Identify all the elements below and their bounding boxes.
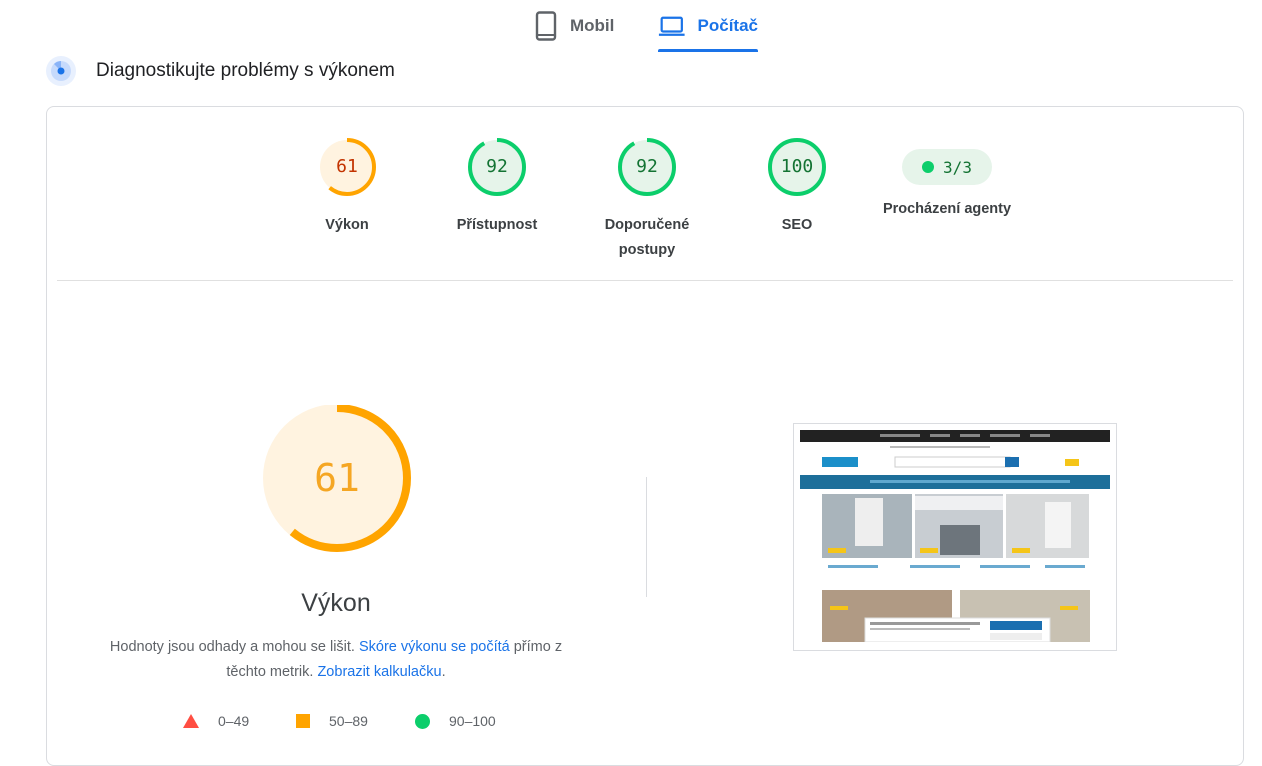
gauge-ring: 61 bbox=[317, 137, 377, 197]
section-divider bbox=[57, 280, 1233, 281]
gauge-score: 100 bbox=[780, 156, 814, 177]
legend-pass: 90–100 bbox=[415, 711, 496, 731]
performance-gauge-large: 61 bbox=[259, 404, 415, 561]
legend-fail: 0–49 bbox=[183, 711, 249, 731]
diagnostics-icon bbox=[46, 56, 76, 86]
gauge-label: SEO bbox=[781, 217, 813, 233]
gauge-ring: 100 bbox=[767, 137, 827, 197]
screenshot-image bbox=[800, 430, 1110, 642]
device-tabs: Mobil Počítač bbox=[0, 0, 1262, 56]
diagnostics-header: Diagnostikujte problémy s výkonem bbox=[46, 55, 395, 87]
gauge-agent-crawling[interactable]: 3/3 Procházení agenty bbox=[862, 137, 1032, 222]
legend-average: 50–89 bbox=[296, 711, 368, 731]
page-screenshot[interactable] bbox=[793, 423, 1117, 651]
smartphone-icon bbox=[535, 11, 557, 41]
gauge-score: 92 bbox=[636, 156, 658, 177]
green-circle-icon bbox=[415, 713, 430, 729]
pass-dot-icon bbox=[922, 161, 935, 173]
desc-text: . bbox=[441, 664, 446, 680]
gauge-label: Přístupnost bbox=[456, 217, 538, 233]
report-card: 61 Výkon 92 Přístupnost 92 Doporučené po… bbox=[46, 106, 1244, 766]
laptop-icon bbox=[658, 16, 685, 36]
score-legend: 0–49 50–89 90–100 bbox=[183, 711, 523, 731]
gauge-ring: 92 bbox=[617, 137, 677, 197]
vertical-divider bbox=[646, 477, 647, 597]
red-triangle-icon bbox=[183, 714, 199, 728]
agents-badge: 3/3 bbox=[902, 149, 992, 185]
legend-average-label: 50–89 bbox=[329, 713, 368, 729]
agents-value: 3/3 bbox=[943, 157, 972, 177]
gauge-best-practices[interactable]: 92 Doporučené postupy bbox=[572, 137, 722, 263]
score-calculation-link[interactable]: Skóre výkonu se počítá bbox=[359, 639, 510, 655]
gauge-label: Výkon bbox=[325, 217, 369, 233]
active-tab-indicator bbox=[658, 49, 758, 52]
gauge-label: Procházení agenty bbox=[882, 201, 1012, 217]
legend-fail-label: 0–49 bbox=[218, 713, 250, 729]
gauge-performance[interactable]: 61 Výkon bbox=[272, 137, 422, 238]
performance-score: 61 bbox=[314, 456, 360, 500]
tab-mobile-label: Mobil bbox=[570, 16, 615, 35]
performance-description: Hodnoty jsou odhady a mohou se lišit. Sk… bbox=[105, 635, 567, 685]
calculator-link[interactable]: Zobrazit kalkulačku bbox=[317, 664, 441, 680]
performance-title: Výkon bbox=[301, 589, 371, 617]
tab-desktop-label: Počítač bbox=[697, 16, 758, 35]
gauge-score: 92 bbox=[486, 156, 508, 177]
tab-mobile[interactable]: Mobil bbox=[534, 0, 624, 52]
desc-text: Hodnoty jsou odhady a mohou se lišit. bbox=[109, 639, 359, 655]
gauge-score: 61 bbox=[336, 156, 358, 177]
gauge-accessibility[interactable]: 92 Přístupnost bbox=[422, 137, 572, 238]
diagnostics-title: Diagnostikujte problémy s výkonem bbox=[96, 60, 395, 81]
orange-square-icon bbox=[296, 714, 310, 728]
gauge-ring: 92 bbox=[467, 137, 527, 197]
gauge-label: Doporučené postupy bbox=[604, 217, 690, 258]
legend-pass-label: 90–100 bbox=[449, 713, 496, 729]
tab-desktop[interactable]: Počítač bbox=[658, 0, 758, 52]
gauge-seo[interactable]: 100 SEO bbox=[722, 137, 872, 238]
